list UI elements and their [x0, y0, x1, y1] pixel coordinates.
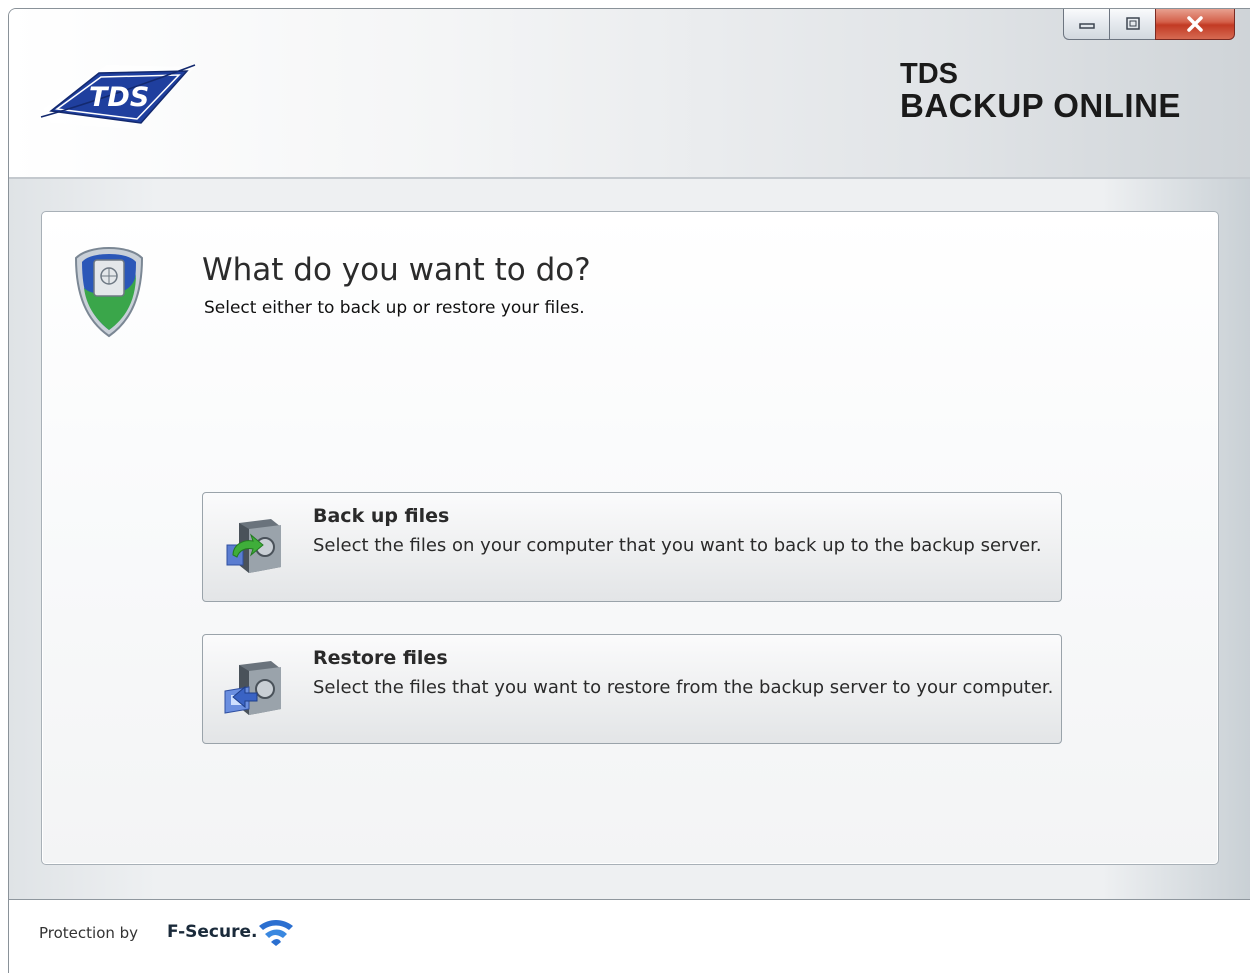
backup-safe-icon	[223, 515, 285, 579]
backup-files-button[interactable]: Back up files Select the files on your c…	[202, 492, 1062, 602]
app-footer: Protection by F-Secure.	[9, 899, 1250, 973]
window-controls	[1063, 9, 1235, 43]
close-icon	[1187, 15, 1203, 32]
minimize-button[interactable]	[1063, 9, 1109, 40]
tds-logo-text: TDS	[89, 82, 149, 113]
f-secure-logo-icon	[255, 918, 297, 948]
page-subheading: Select either to back up or restore your…	[204, 298, 585, 318]
footer-brand-name: F-Secure.	[167, 922, 258, 942]
tds-logo: TDS	[37, 57, 197, 137]
product-title: TDS BACKUP ONLINE	[900, 59, 1181, 124]
app-window: TDS TDS BACKUP ONLINE What do you want t…	[8, 8, 1250, 973]
page-heading: What do you want to do?	[202, 252, 591, 288]
backup-files-description: Select the files on your computer that y…	[313, 535, 1042, 556]
maximize-icon	[1125, 16, 1140, 30]
restore-safe-icon	[223, 657, 285, 721]
restore-files-button[interactable]: Restore files Select the files that you …	[202, 634, 1062, 744]
maximize-button[interactable]	[1109, 9, 1155, 40]
backup-files-title: Back up files	[313, 505, 450, 527]
restore-files-description: Select the files that you want to restor…	[313, 677, 1054, 698]
minimize-icon	[1078, 22, 1095, 29]
footer-protection-label: Protection by	[39, 924, 139, 942]
product-title-line2: BACKUP ONLINE	[900, 87, 1181, 125]
app-header: TDS TDS BACKUP ONLINE	[9, 9, 1250, 179]
shield-safe-icon	[74, 244, 144, 340]
options-panel: What do you want to do? Select either to…	[41, 211, 1219, 865]
product-title-line1: TDS	[900, 58, 958, 90]
close-button[interactable]	[1155, 9, 1235, 40]
restore-files-title: Restore files	[313, 647, 448, 669]
content-area: What do you want to do? Select either to…	[9, 179, 1250, 899]
